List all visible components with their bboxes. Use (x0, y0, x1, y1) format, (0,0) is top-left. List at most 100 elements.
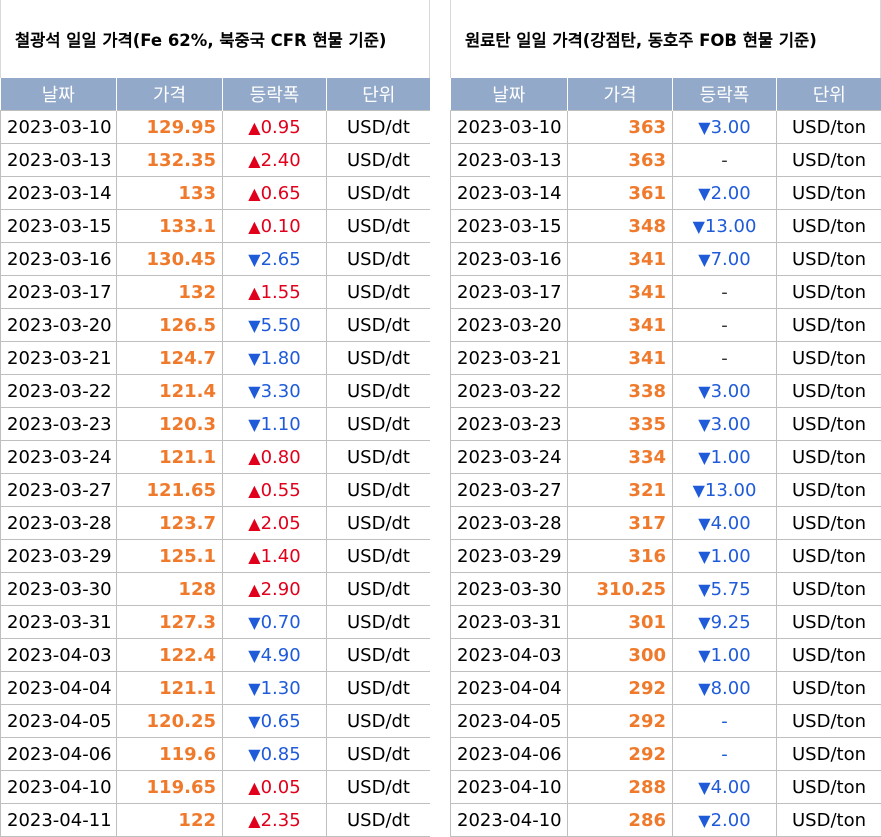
triangle-down-icon: ▼ (248, 381, 261, 401)
price-cell: 288 (567, 770, 673, 804)
change-cell: ▼1.00 (672, 539, 777, 573)
change-cell: ▼3.30 (222, 374, 327, 408)
date-cell: 2023-03-22 (0, 374, 117, 408)
change-value: 2.00 (710, 809, 751, 831)
unit-cell: USD/ton (776, 506, 881, 540)
change-value: 3.00 (710, 116, 751, 138)
triangle-up-icon: ▲ (248, 117, 261, 137)
unit-cell: USD/dt (326, 176, 431, 210)
date-cell: 2023-03-15 (0, 209, 117, 243)
date-cell: 2023-04-03 (450, 638, 568, 672)
change-value: - (721, 743, 728, 765)
table-row: 2023-04-06 119.6 ▼0.85 USD/dt (0, 737, 431, 771)
date-cell: 2023-03-28 (0, 506, 117, 540)
date-cell: 2023-03-14 (450, 176, 568, 210)
unit-cell: USD/ton (776, 374, 881, 408)
price-cell: 121.1 (116, 440, 223, 474)
change-value: 1.80 (260, 347, 301, 369)
table-row: 2023-03-24 334 ▼1.00 USD/ton (450, 440, 881, 474)
change-value: - (721, 149, 728, 171)
price-cell: 361 (567, 176, 673, 210)
iron-ore-panel: 철광석 일일 가격(Fe 62%, 북중국 CFR 현물 기준) 날짜 가격 등… (0, 0, 431, 837)
table-row: 2023-03-13 363 - USD/ton (450, 143, 881, 177)
price-cell: 132 (116, 275, 223, 309)
change-value: 8.00 (710, 677, 751, 699)
unit-cell: USD/ton (776, 275, 881, 309)
table-row: 2023-03-30 310.25 ▼5.75 USD/ton (450, 572, 881, 606)
header-unit: 단위 (776, 78, 881, 111)
table-row: 2023-04-06 292 - USD/ton (450, 737, 881, 771)
triangle-down-icon: ▼ (698, 249, 711, 269)
change-cell: ▼1.00 (672, 440, 777, 474)
header-unit: 단위 (326, 78, 431, 111)
panel-divider (430, 0, 450, 837)
table-row: 2023-03-21 124.7 ▼1.80 USD/dt (0, 341, 431, 375)
change-value: 0.55 (260, 479, 301, 501)
unit-cell: USD/ton (776, 407, 881, 441)
coking-coal-title: 원료탄 일일 가격(강점탄, 동호주 FOB 현물 기준) (450, 0, 881, 78)
price-cell: 121.65 (116, 473, 223, 507)
unit-cell: USD/ton (776, 638, 881, 672)
unit-cell: USD/ton (776, 209, 881, 243)
change-cell: ▼4.00 (672, 506, 777, 540)
triangle-down-icon: ▼ (698, 612, 711, 632)
triangle-up-icon: ▲ (248, 282, 261, 302)
change-cell: ▲2.05 (222, 506, 327, 540)
price-cell: 348 (567, 209, 673, 243)
change-cell: ▼0.65 (222, 704, 327, 738)
change-value: 0.95 (260, 116, 301, 138)
change-value: 2.65 (260, 248, 301, 270)
change-cell: ▲1.40 (222, 539, 327, 573)
header-date: 날짜 (450, 78, 568, 111)
date-cell: 2023-03-21 (0, 341, 117, 375)
change-value: 0.05 (260, 776, 301, 798)
price-cell: 316 (567, 539, 673, 573)
table-row: 2023-03-23 335 ▼3.00 USD/ton (450, 407, 881, 441)
table-row: 2023-03-23 120.3 ▼1.10 USD/dt (0, 407, 431, 441)
date-cell: 2023-04-10 (0, 770, 117, 804)
table-row: 2023-04-05 292 - USD/ton (450, 704, 881, 738)
triangle-down-icon: ▼ (248, 612, 261, 632)
table-row: 2023-03-16 341 ▼7.00 USD/ton (450, 242, 881, 276)
header-price: 가격 (116, 78, 223, 111)
price-cell: 124.7 (116, 341, 223, 375)
triangle-up-icon: ▲ (248, 480, 261, 500)
date-cell: 2023-03-24 (0, 440, 117, 474)
date-cell: 2023-03-30 (450, 572, 568, 606)
table-row: 2023-03-27 121.65 ▲0.55 USD/dt (0, 473, 431, 507)
triangle-down-icon: ▼ (248, 249, 261, 269)
table-row: 2023-04-03 122.4 ▼4.90 USD/dt (0, 638, 431, 672)
date-cell: 2023-03-17 (450, 275, 568, 309)
table-row: 2023-04-11 122 ▲2.35 USD/dt (0, 803, 431, 837)
table-row: 2023-03-14 361 ▼2.00 USD/ton (450, 176, 881, 210)
triangle-down-icon: ▼ (248, 645, 261, 665)
price-cell: 341 (567, 275, 673, 309)
change-cell: ▼2.00 (672, 803, 777, 837)
unit-cell: USD/dt (326, 242, 431, 276)
date-cell: 2023-03-21 (450, 341, 568, 375)
table-row: 2023-03-28 123.7 ▲2.05 USD/dt (0, 506, 431, 540)
triangle-down-icon: ▼ (698, 117, 711, 137)
triangle-down-icon: ▼ (698, 381, 711, 401)
date-cell: 2023-03-27 (450, 473, 568, 507)
unit-cell: USD/dt (326, 143, 431, 177)
table-row: 2023-03-29 125.1 ▲1.40 USD/dt (0, 539, 431, 573)
price-cell: 132.35 (116, 143, 223, 177)
change-cell: - (672, 704, 777, 738)
coking-coal-panel: 원료탄 일일 가격(강점탄, 동호주 FOB 현물 기준) 날짜 가격 등락폭 … (450, 0, 881, 837)
unit-cell: USD/dt (326, 407, 431, 441)
change-value: 0.70 (260, 611, 301, 633)
change-value: 1.30 (260, 677, 301, 699)
unit-cell: USD/ton (776, 242, 881, 276)
unit-cell: USD/ton (776, 737, 881, 771)
change-value: 3.00 (710, 413, 751, 435)
price-cell: 128 (116, 572, 223, 606)
table-row: 2023-04-04 121.1 ▼1.30 USD/dt (0, 671, 431, 705)
table-row: 2023-03-22 121.4 ▼3.30 USD/dt (0, 374, 431, 408)
price-cell: 125.1 (116, 539, 223, 573)
date-cell: 2023-03-17 (0, 275, 117, 309)
change-value: 3.00 (710, 380, 751, 402)
date-cell: 2023-04-06 (0, 737, 117, 771)
change-cell: ▲0.05 (222, 770, 327, 804)
unit-cell: USD/dt (326, 638, 431, 672)
